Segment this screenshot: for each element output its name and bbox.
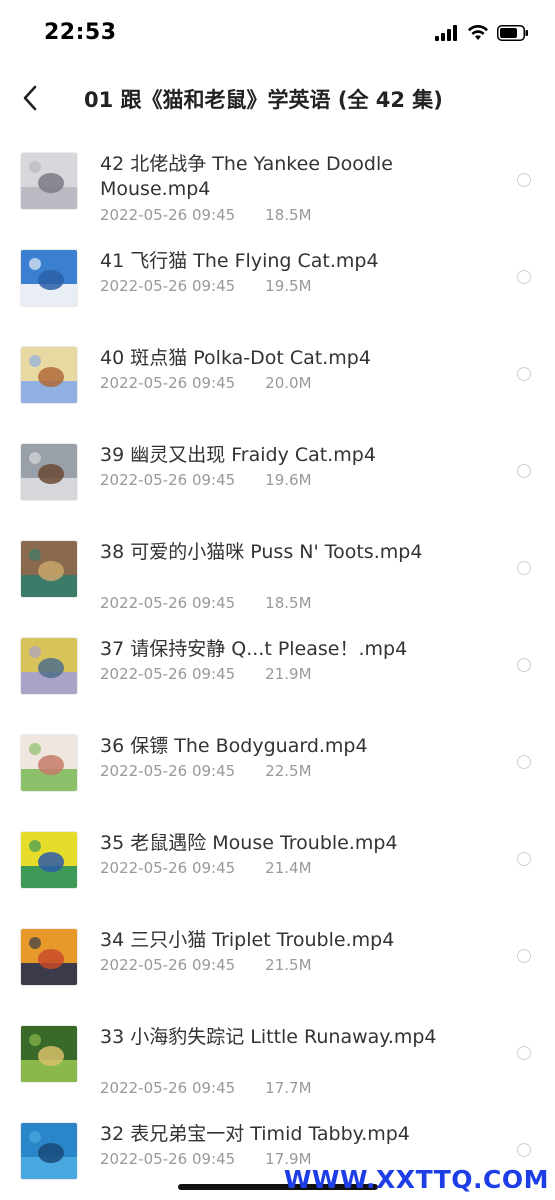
file-size: 20.0M: [265, 374, 312, 392]
video-thumbnail: [21, 153, 77, 209]
file-meta: 2022-05-26 09:45 18.5M: [100, 206, 312, 224]
file-date: 2022-05-26 09:45: [100, 762, 236, 780]
select-radio[interactable]: [517, 173, 531, 187]
file-meta: 2022-05-26 09:45 17.9M: [100, 1150, 312, 1168]
file-name: 33 小海豹失踪记 Little Runaway.mp4: [100, 1026, 437, 1048]
file-size: 17.7M: [265, 1079, 312, 1097]
file-name: 35 老鼠遇险 Mouse Trouble.mp4: [100, 832, 398, 854]
file-date: 2022-05-26 09:45: [100, 374, 236, 392]
video-thumbnail: [21, 444, 77, 500]
file-list-item[interactable]: 37 请保持安静 Q...t Please！.mp4 2022-05-26 09:…: [0, 615, 555, 712]
video-thumbnail: [21, 250, 77, 306]
status-icons: [435, 24, 529, 46]
select-radio[interactable]: [517, 270, 531, 284]
file-list-item[interactable]: 35 老鼠遇险 Mouse Trouble.mp4 2022-05-26 09:4…: [0, 809, 555, 906]
select-radio[interactable]: [517, 1143, 531, 1157]
back-button[interactable]: [10, 80, 50, 120]
file-name: 38 可爱的小猫咪 Puss N' Toots.mp4: [100, 541, 423, 563]
file-name: 41 飞行猫 The Flying Cat.mp4: [100, 250, 379, 272]
file-name: 40 斑点猫 Polka-Dot Cat.mp4: [100, 347, 371, 369]
video-thumbnail: [21, 347, 77, 403]
status-bar: 22:53: [0, 0, 555, 70]
file-name: 42 北佬战争 The Yankee Doodle Mouse.mp4: [100, 153, 393, 200]
file-list-item[interactable]: 38 可爱的小猫咪 Puss N' Toots.mp4 2022-05-26 09…: [0, 518, 555, 615]
file-size: 21.4M: [265, 859, 312, 877]
file-date: 2022-05-26 09:45: [100, 859, 236, 877]
page-title: 01 跟《猫和老鼠》学英语 (全 42 集): [84, 88, 443, 112]
file-meta: 2022-05-26 09:45 21.9M: [100, 665, 312, 683]
file-meta: 2022-05-26 09:45 18.5M: [100, 594, 312, 612]
file-list-item[interactable]: 33 小海豹失踪记 Little Runaway.mp4 2022-05-26 0…: [0, 1003, 555, 1100]
file-name: 37 请保持安静 Q...t Please！.mp4: [100, 638, 408, 660]
file-size: 19.6M: [265, 471, 312, 489]
file-size: 21.5M: [265, 956, 312, 974]
select-radio[interactable]: [517, 464, 531, 478]
file-meta: 2022-05-26 09:45 17.7M: [100, 1079, 312, 1097]
video-thumbnail: [21, 1026, 77, 1082]
watermark: WWW.XXTTQ.COM: [283, 1165, 549, 1194]
file-list: 42 北佬战争 The Yankee Doodle Mouse.mp4 2022-…: [0, 130, 555, 1197]
file-date: 2022-05-26 09:45: [100, 956, 236, 974]
select-radio[interactable]: [517, 755, 531, 769]
video-thumbnail: [21, 832, 77, 888]
video-thumbnail: [21, 929, 77, 985]
file-date: 2022-05-26 09:45: [100, 277, 236, 295]
file-meta: 2022-05-26 09:45 22.5M: [100, 762, 312, 780]
file-size: 21.9M: [265, 665, 312, 683]
file-date: 2022-05-26 09:45: [100, 471, 236, 489]
video-thumbnail: [21, 1123, 77, 1179]
video-thumbnail: [21, 541, 77, 597]
file-size: 18.5M: [265, 206, 312, 224]
file-list-item[interactable]: 40 斑点猫 Polka-Dot Cat.mp4 2022-05-26 09:45…: [0, 324, 555, 421]
file-date: 2022-05-26 09:45: [100, 665, 236, 683]
file-list-item[interactable]: 36 保镖 The Bodyguard.mp4 2022-05-26 09:45 2…: [0, 712, 555, 809]
file-size: 22.5M: [265, 762, 312, 780]
file-meta: 2022-05-26 09:45 20.0M: [100, 374, 312, 392]
file-name: 39 幽灵又出现 Fraidy Cat.mp4: [100, 444, 376, 466]
header: 01 跟《猫和老鼠》学英语 (全 42 集): [0, 70, 555, 130]
file-list-item[interactable]: 34 三只小猫 Triplet Trouble.mp4 2022-05-26 09…: [0, 906, 555, 1003]
file-size: 18.5M: [265, 594, 312, 612]
file-name: 34 三只小猫 Triplet Trouble.mp4: [100, 929, 395, 951]
file-meta: 2022-05-26 09:45 19.6M: [100, 471, 312, 489]
file-meta: 2022-05-26 09:45 21.4M: [100, 859, 312, 877]
file-list-item[interactable]: 41 飞行猫 The Flying Cat.mp4 2022-05-26 09:4…: [0, 227, 555, 324]
battery-icon: [497, 25, 529, 45]
select-radio[interactable]: [517, 561, 531, 575]
status-time: 22:53: [44, 20, 117, 45]
file-name: 36 保镖 The Bodyguard.mp4: [100, 735, 368, 757]
wifi-icon: [467, 24, 489, 45]
select-radio[interactable]: [517, 658, 531, 672]
file-name: 32 表兄弟宝一对 Timid Tabby.mp4: [100, 1123, 410, 1145]
file-size: 19.5M: [265, 277, 312, 295]
select-radio[interactable]: [517, 367, 531, 381]
chevron-left-icon: [21, 84, 39, 116]
file-date: 2022-05-26 09:45: [100, 594, 236, 612]
file-list-item[interactable]: 39 幽灵又出现 Fraidy Cat.mp4 2022-05-26 09:45 1…: [0, 421, 555, 518]
file-date: 2022-05-26 09:45: [100, 1150, 236, 1168]
select-radio[interactable]: [517, 949, 531, 963]
file-list-item[interactable]: 42 北佬战争 The Yankee Doodle Mouse.mp4 2022-…: [0, 130, 555, 227]
select-radio[interactable]: [517, 852, 531, 866]
file-meta: 2022-05-26 09:45 19.5M: [100, 277, 312, 295]
file-meta: 2022-05-26 09:45 21.5M: [100, 956, 312, 974]
signal-icon: [435, 25, 459, 45]
select-radio[interactable]: [517, 1046, 531, 1060]
file-date: 2022-05-26 09:45: [100, 206, 236, 224]
video-thumbnail: [21, 638, 77, 694]
video-thumbnail: [21, 735, 77, 791]
file-date: 2022-05-26 09:45: [100, 1079, 236, 1097]
